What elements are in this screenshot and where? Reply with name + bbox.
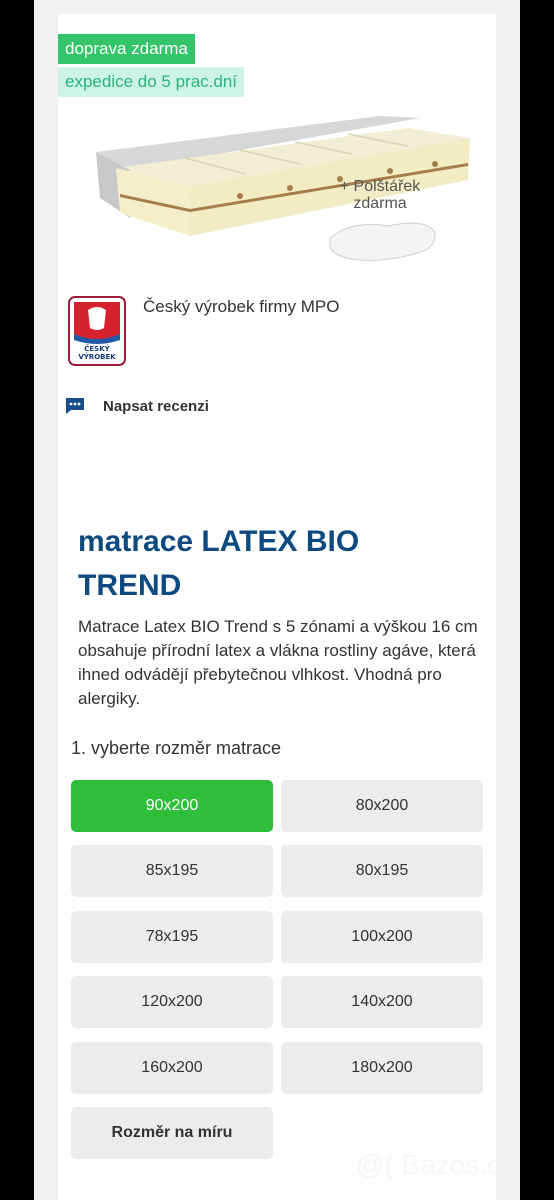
free-shipping-badge: doprava zdarma	[58, 34, 195, 64]
dispatch-badge: expedice do 5 prac.dní	[58, 67, 245, 97]
size-option-custom[interactable]: Rozměr na míru	[71, 1107, 273, 1159]
size-option-100x200[interactable]: 100x200	[281, 911, 483, 963]
product-description: Matrace Latex BIO Trend s 5 zónami a výš…	[78, 617, 478, 708]
bazos-watermark: @( Bazos.cz	[356, 1149, 516, 1180]
size-option-120x200[interactable]: 120x200	[71, 976, 273, 1028]
size-option-160x200[interactable]: 160x200	[71, 1042, 273, 1094]
size-option-90x200[interactable]: 90x200	[71, 780, 273, 832]
free-pillow-promo: + Polštářek zdarma	[324, 178, 436, 212]
comment-icon	[66, 398, 84, 414]
size-option-85x195[interactable]: 85x195	[71, 845, 273, 897]
svg-text:VÝROBEK: VÝROBEK	[78, 352, 116, 361]
czech-product-logo: ČESKÝ VÝROBEK	[68, 296, 126, 366]
size-option-80x195[interactable]: 80x195	[281, 845, 483, 897]
promo-line-1: + Polštářek	[339, 178, 421, 195]
write-review-link[interactable]: Napsat recenzi	[64, 393, 209, 419]
product-title: matrace LATEX BIO TREND	[78, 525, 360, 602]
size-option-78x195[interactable]: 78x195	[71, 911, 273, 963]
size-option-140x200[interactable]: 140x200	[281, 976, 483, 1028]
size-option-80x200[interactable]: 80x200	[281, 780, 483, 832]
size-option-180x200[interactable]: 180x200	[281, 1042, 483, 1094]
logo-text: ČESKÝ	[84, 344, 110, 353]
promo-line-2: zdarma	[353, 195, 407, 212]
size-step-label: 1. vyberte rozměr matrace	[71, 738, 282, 758]
origin-text: Český výrobek firmy MPO	[143, 297, 340, 316]
write-review-label: Napsat recenzi	[103, 397, 209, 415]
